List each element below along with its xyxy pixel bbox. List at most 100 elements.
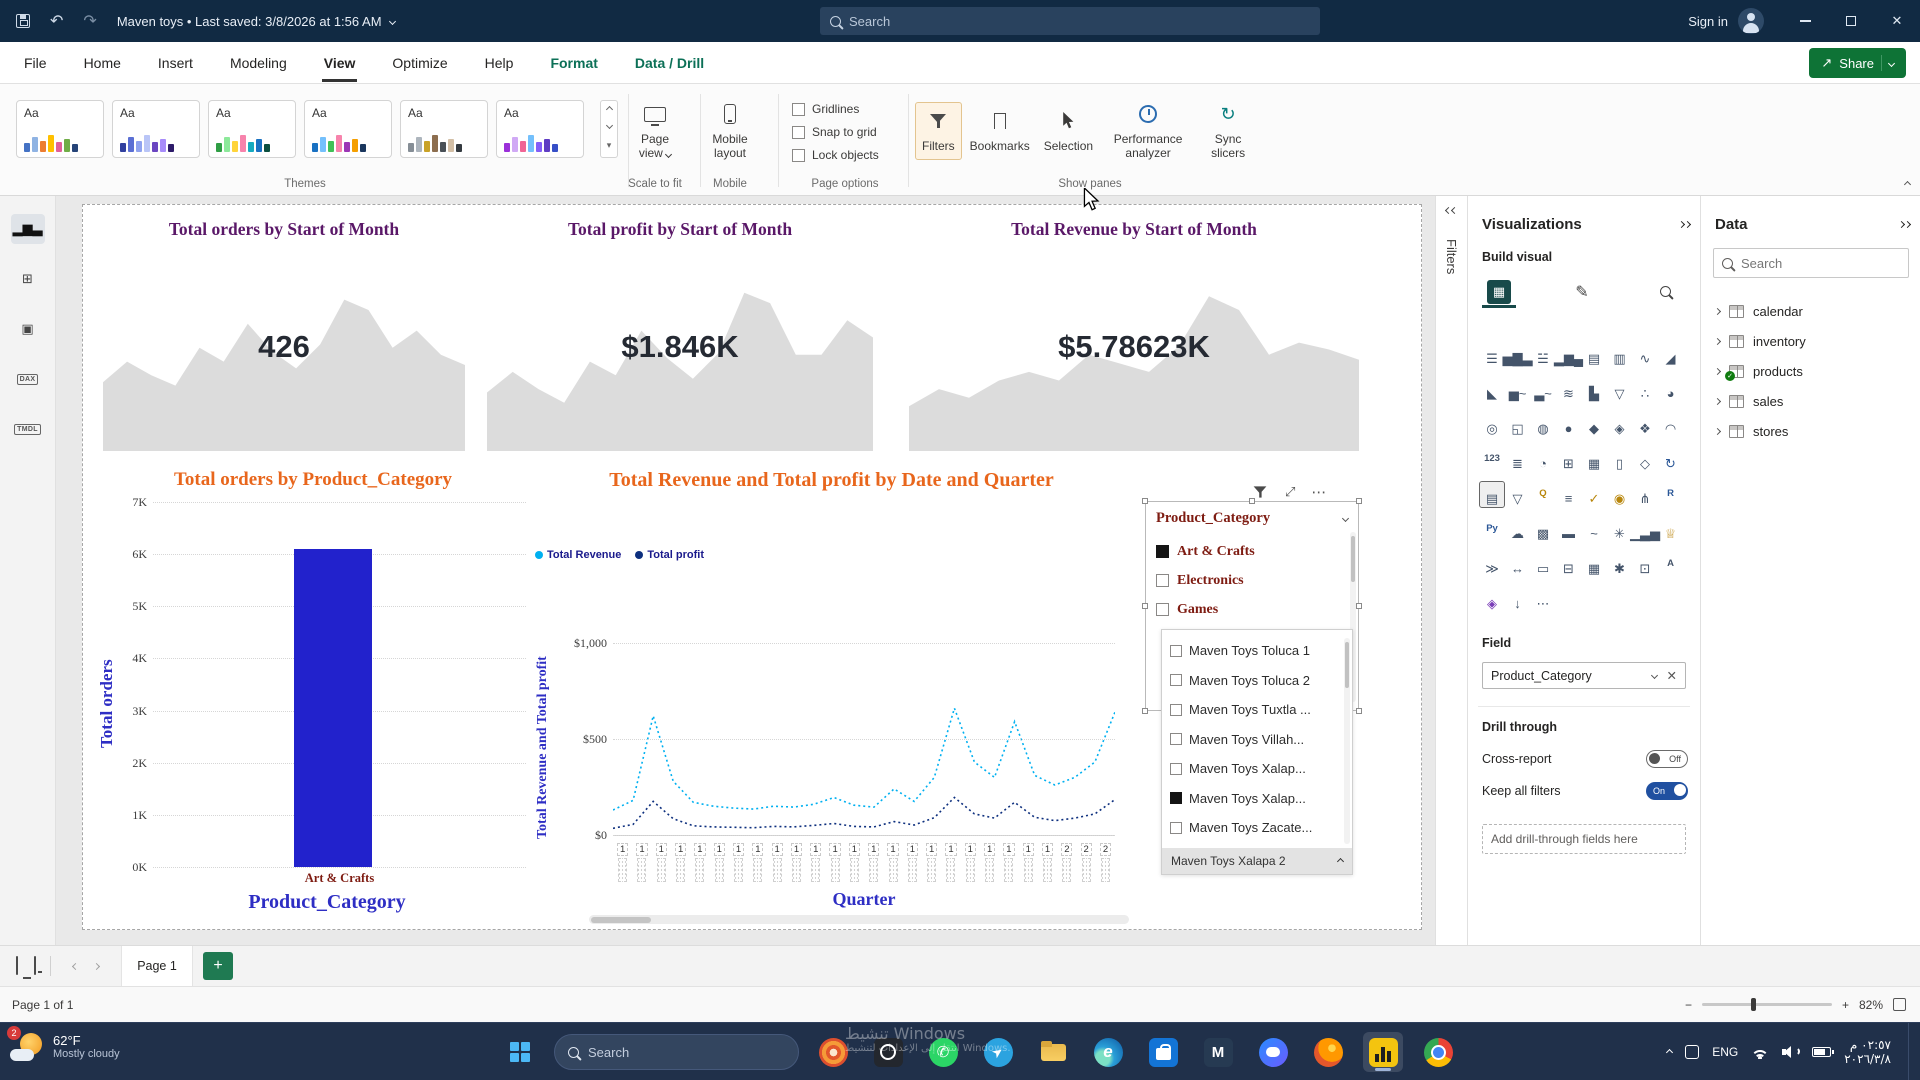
files-icon[interactable] [1033,1032,1073,1072]
share-button[interactable]: ↗ Share [1809,48,1906,78]
save-icon[interactable] [16,14,30,28]
field-pill[interactable]: Product_Category ✕ [1482,662,1686,689]
account-avatar[interactable] [1738,8,1764,34]
visual-type-key-influencers[interactable]: ◉ [1608,482,1632,507]
build-visual-tab[interactable]: ▦ [1482,278,1516,308]
bookmarks-pane-button[interactable]: Bookmarks [964,103,1036,159]
visual-type-python-visual[interactable]: Py [1480,517,1504,542]
maximize-button[interactable] [1828,0,1874,42]
visual-type-power-apps[interactable]: ◇ [1633,447,1657,472]
m-app-icon[interactable]: M [1198,1032,1238,1072]
sign-in-button[interactable]: Sign in [1688,14,1728,29]
line-chart-visual[interactable]: Total Revenue and Total profit by Date a… [529,469,1151,931]
taskbar-search[interactable] [554,1034,799,1070]
visual-type-sparkline[interactable]: ~ [1582,517,1606,542]
visual-type-histogram[interactable]: ▁▃▅ [1633,517,1657,542]
visual-type-import-visual[interactable]: ↓ [1506,587,1530,612]
document-title[interactable]: Maven toys • Last saved: 3/8/2026 at 1:5… [117,14,395,29]
visual-type-sankey-chart[interactable]: ≫ [1480,552,1504,577]
theme-card-5[interactable]: Aa [400,100,488,158]
visual-type-waterfall-chart[interactable]: ▙ [1582,377,1606,402]
visual-type-metrics[interactable]: ✓ [1582,482,1606,507]
themes-gallery-controls[interactable]: ▾ [600,100,618,158]
visual-type-stacked-column-chart[interactable]: ▅▇▃ [1506,342,1530,367]
visual-type-clustered-bar-chart[interactable]: ☱ [1531,342,1555,367]
slicer-item-maven-toys-toluca-2[interactable]: Maven Toys Toluca 2 [1170,666,1344,696]
snap-to-grid-checkbox[interactable]: Snap to grid [792,125,879,139]
model-view-button[interactable]: ▣ [11,314,45,344]
tray-app-icon[interactable] [1685,1045,1699,1059]
collapse-data-pane-icon[interactable] [1899,222,1910,227]
visual-type-clustered-column-chart[interactable]: ▂▆▄ [1557,342,1581,367]
resize-handle[interactable] [1356,708,1362,714]
menu-tab-insert[interactable]: Insert [156,44,195,82]
menu-tab-view[interactable]: View [322,44,358,82]
powerbi-icon[interactable] [1363,1032,1403,1072]
slicer-item-maven-toys-xalap[interactable]: Maven Toys Xalap... [1170,754,1344,784]
visual-type-timeline[interactable]: ↔ [1506,552,1530,577]
visual-type-treemap[interactable]: ◱ [1506,412,1530,437]
visual-type-stacked-area-chart[interactable]: ◣ [1480,377,1504,402]
visual-type-matrix[interactable]: ▦ [1582,447,1606,472]
bar-chart-visual[interactable]: Total orders by Product_Category Total o… [97,469,529,927]
dark-app-icon[interactable] [868,1032,908,1072]
theme-card-1[interactable]: Aa [16,100,104,158]
visual-type-donut-chart[interactable]: ◎ [1480,412,1504,437]
store-slicer-visual[interactable]: Maven Toys Toluca 1Maven Toys Toluca 2Ma… [1161,629,1353,875]
slicer-header[interactable]: Product_Category [1146,502,1358,529]
visual-type-decomposition-tree[interactable]: ⋔ [1633,482,1657,507]
visual-type-calendar-visual[interactable]: ⊡ [1633,552,1657,577]
clock[interactable]: ٠٢:٥٧ م ٢٠٢٦/٣/٨ [1844,1038,1891,1066]
data-search[interactable] [1713,248,1909,278]
visual-type-word-cloud[interactable]: ☁ [1506,517,1530,542]
visual-type-multi-row-card[interactable]: ≣ [1506,447,1530,472]
firefox-icon[interactable] [1308,1032,1348,1072]
table-view-button[interactable]: ⊞ [11,264,45,294]
kpi-total-revenue[interactable]: Total Revenue by Start of Month $5.78623… [909,211,1359,451]
visual-type-more-options[interactable]: ⋯ [1531,587,1555,612]
menu-tab-format[interactable]: Format [548,44,599,82]
resize-handle[interactable] [1249,498,1255,504]
visual-type-get-more-visuals[interactable]: ◈ [1480,587,1504,612]
visual-type-radar-chart[interactable]: ✳ [1608,517,1632,542]
visual-type-ribbon-chart[interactable]: ≋ [1557,377,1581,402]
visual-type-narrative[interactable]: ≡ [1557,482,1581,507]
visual-type-pie-chart[interactable]: ◕ [1659,377,1683,402]
tmdl-view-button[interactable]: TMDL [11,414,45,444]
visual-type-paginated-report[interactable]: ▯ [1608,447,1632,472]
lock-objects-checkbox[interactable]: Lock objects [792,148,879,162]
hidden-icons-chevron[interactable] [1666,1048,1673,1055]
theme-card-3[interactable]: Aa [208,100,296,158]
slicer-dropdown-footer[interactable]: Maven Toys Xalapa 2 [1162,848,1352,874]
visual-type-power-automate[interactable]: ↻ [1659,447,1683,472]
kpi-total-orders[interactable]: Total orders by Start of Month 426 [103,211,465,451]
slicer-item-art-crafts[interactable]: Art & Crafts [1156,537,1348,566]
add-page-button[interactable]: + [203,952,233,980]
telegram-icon[interactable]: ➤ [978,1032,1018,1072]
collapse-visualizations-icon[interactable] [1679,222,1690,227]
global-search[interactable] [820,7,1320,35]
filters-pane-button[interactable]: Filters [915,102,962,160]
data-table-products[interactable]: ✓products [1701,356,1920,386]
slicer-item-maven-toys-tuxtla[interactable]: Maven Toys Tuxtla ... [1170,695,1344,725]
visual-type-table[interactable]: ⊞ [1557,447,1581,472]
visual-type-line-chart[interactable]: ∿ [1633,342,1657,367]
slicer-scrollbar[interactable] [1344,638,1350,844]
drill-through-field-well[interactable]: Add drill-through fields here [1482,824,1686,854]
slicer-item-electronics[interactable]: Electronics [1156,566,1348,595]
data-table-stores[interactable]: stores [1701,416,1920,446]
gridlines-checkbox[interactable]: Gridlines [792,102,879,116]
show-desktop-button[interactable] [1908,1023,1912,1080]
expand-chevron-icon[interactable] [1714,307,1721,314]
theme-card-6[interactable]: Aa [496,100,584,158]
mobile-view-icon[interactable] [34,957,36,975]
gallery-up-icon[interactable] [605,106,612,113]
visual-type-award-visual[interactable]: ♕ [1659,517,1683,542]
visual-type-chiclet-slicer[interactable]: ▩ [1531,517,1555,542]
keep-all-filters-toggle[interactable]: On [1646,782,1688,800]
resize-handle[interactable] [1142,603,1148,609]
mobile-layout-button[interactable]: Mobile layout [698,96,762,166]
slicer-item-games[interactable]: Games [1156,595,1348,624]
collapse-ribbon-icon[interactable] [1904,181,1911,188]
slicer-item-maven-toys-toluca-1[interactable]: Maven Toys Toluca 1 [1170,636,1344,666]
